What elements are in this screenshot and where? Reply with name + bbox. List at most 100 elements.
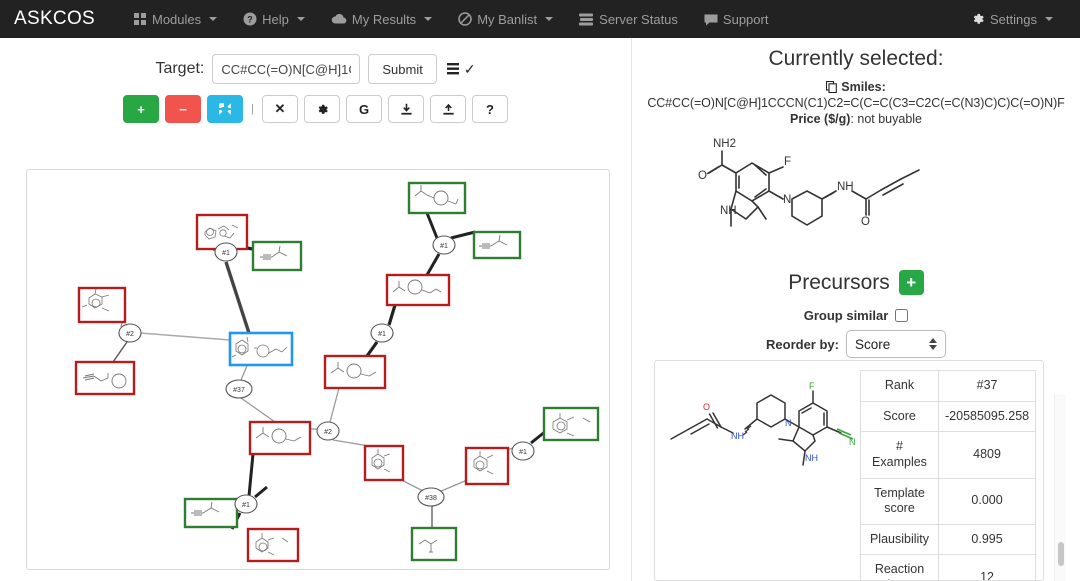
graph-node-chemical[interactable]: [410, 526, 458, 562]
nav-item-settings[interactable]: Settings: [958, 4, 1066, 35]
copy-icon[interactable]: [826, 81, 838, 93]
group-similar-checkbox[interactable]: [895, 309, 909, 322]
expand-node-button[interactable]: +: [123, 95, 159, 123]
graph-node-chemical[interactable]: [248, 420, 312, 456]
price-label: Price ($/g): [789, 112, 851, 126]
row-value: 4809: [937, 431, 1037, 479]
precursor-list-scrollbar[interactable]: [1054, 394, 1066, 581]
row-value: 0.995: [937, 523, 1037, 556]
reaction-node-label: #1: [378, 331, 386, 338]
nav-item-my-results[interactable]: My Results: [318, 4, 445, 35]
add-precursor-button[interactable]: +: [898, 270, 924, 295]
graph-node-chemical[interactable]: [385, 273, 451, 307]
reorder-selected-value: Score: [854, 336, 891, 352]
group-similar-row: Group similar: [632, 308, 1080, 323]
graph-node-chemical[interactable]: [77, 286, 127, 324]
graph-button[interactable]: G: [346, 95, 382, 123]
selection-details-pane: Currently selected: Smiles: CC#CC(=O)N[C…: [632, 38, 1080, 581]
graph-node-chemical[interactable]: [183, 497, 239, 529]
graph-reaction-node[interactable]: #38: [417, 487, 445, 507]
settings-button[interactable]: [304, 95, 340, 123]
nav-item-server-status[interactable]: Server Status: [566, 4, 691, 35]
graph-node-chemical[interactable]: [472, 230, 522, 260]
navbar-right: Settings: [958, 0, 1066, 38]
nav-label: Settings: [990, 11, 1037, 27]
graph-reaction-node[interactable]: #1: [234, 494, 258, 514]
nav-item-modules[interactable]: Modules: [121, 4, 230, 35]
smiles-heading: Smiles:: [632, 80, 1080, 94]
cloud-icon: [331, 13, 347, 25]
graph-node-selected[interactable]: [228, 331, 294, 367]
graph-node-chemical[interactable]: [74, 360, 136, 396]
graph-reaction-node[interactable]: #1: [432, 235, 456, 255]
graph-node-chemical[interactable]: [407, 181, 467, 215]
table-row: Template score 0.000: [860, 477, 1037, 525]
scrollbar-thumb[interactable]: [1058, 542, 1064, 566]
row-value: #37: [937, 370, 1037, 402]
brand-logo[interactable]: ASKCOS: [14, 8, 95, 30]
reorder-select[interactable]: Score: [845, 330, 946, 358]
graph-svg[interactable]: #1 #2 #1 #1 #37 #2 #1 #38 #1: [27, 170, 609, 569]
graph-node-chemical[interactable]: [251, 240, 303, 272]
table-row: Score -20585095.258: [860, 400, 1037, 433]
reaction-node-label: #1: [222, 250, 230, 257]
retrosynthesis-graph[interactable]: #1 #2 #1 #1 #37 #2 #1 #38 #1: [26, 169, 610, 570]
nav-item-help[interactable]: ? Help: [230, 4, 318, 35]
chevron-down-icon: [545, 17, 554, 21]
atom-label-piperidine-n: N: [783, 194, 791, 206]
svg-text:?: ?: [247, 15, 253, 25]
submit-button[interactable]: Submit: [368, 54, 437, 84]
close-icon: ✕: [274, 101, 286, 116]
table-row: Reaction cluster 12: [860, 554, 1037, 580]
graph-reaction-node[interactable]: #1: [370, 323, 394, 343]
compress-icon: [218, 102, 232, 116]
graph-node-chemical[interactable]: [363, 444, 405, 482]
selected-molecule-image: NH NH2 O NH F N NH O: [632, 128, 1080, 266]
precursor-results-list[interactable]: O NH N F NH N Rank #37 Score -20585095.2…: [654, 360, 1066, 581]
graph-reaction-node[interactable]: #37: [225, 379, 253, 399]
graph-reaction-node[interactable]: #1: [511, 441, 535, 461]
currently-selected-title: Currently selected:: [768, 47, 944, 70]
precursor-info-table: Rank #37 Score -20585095.258 # Examples …: [860, 370, 1037, 580]
graph-reaction-node[interactable]: #2: [316, 421, 340, 441]
server-icon: [579, 13, 594, 26]
list-settings-icon[interactable]: [446, 62, 461, 76]
help-button[interactable]: ?: [472, 95, 508, 123]
chevron-down-icon: [296, 17, 305, 21]
chevron-down-icon: [424, 17, 433, 21]
reaction-node-label: #2: [126, 331, 134, 338]
reaction-node-label: #37: [233, 387, 245, 394]
upload-button[interactable]: [430, 95, 466, 123]
nav-item-support[interactable]: Support: [691, 4, 782, 35]
atom-label-o: O: [698, 170, 707, 182]
nav-label: Support: [722, 11, 769, 27]
atom-label-o: O: [703, 402, 710, 412]
upload-icon: [442, 103, 455, 116]
grid-icon: [134, 12, 147, 26]
atom-label-indole-nh: NH: [720, 205, 737, 217]
graph-node-chemical[interactable]: [464, 446, 510, 486]
clear-button[interactable]: ✕: [262, 95, 298, 123]
target-smiles-input[interactable]: [212, 54, 361, 84]
graph-node-chemical[interactable]: [246, 527, 300, 563]
graph-chemical-nodes: [74, 181, 600, 563]
download-button[interactable]: [388, 95, 424, 123]
nav-item-my-banlist[interactable]: My Banlist: [445, 4, 566, 35]
plus-icon: +: [137, 101, 145, 117]
atom-label-indole-nh: NH: [805, 453, 818, 463]
collapse-node-button[interactable]: −: [165, 95, 201, 123]
collapse-all-button[interactable]: [207, 95, 243, 123]
graph-toolbar: + − | ✕ G ?: [0, 84, 631, 123]
graph-node-chemical[interactable]: [323, 354, 387, 390]
nav-label: Server Status: [599, 11, 678, 27]
main-layout: Target: Submit ✓ + −: [0, 38, 1080, 581]
minus-icon: −: [179, 101, 187, 117]
atom-label-amide-nh: NH: [731, 431, 744, 441]
graph-reaction-node[interactable]: #2: [118, 323, 142, 343]
price-line: Price ($/g): not buyable: [789, 112, 923, 126]
table-row: Rank #37: [860, 370, 1037, 402]
graph-node-chemical[interactable]: [542, 406, 600, 442]
atom-label-amine-nh: NH: [837, 181, 854, 193]
graph-reaction-node[interactable]: #1: [214, 242, 238, 262]
precursor-card[interactable]: O NH N F NH N Rank #37 Score -20585095.2…: [654, 360, 1044, 581]
